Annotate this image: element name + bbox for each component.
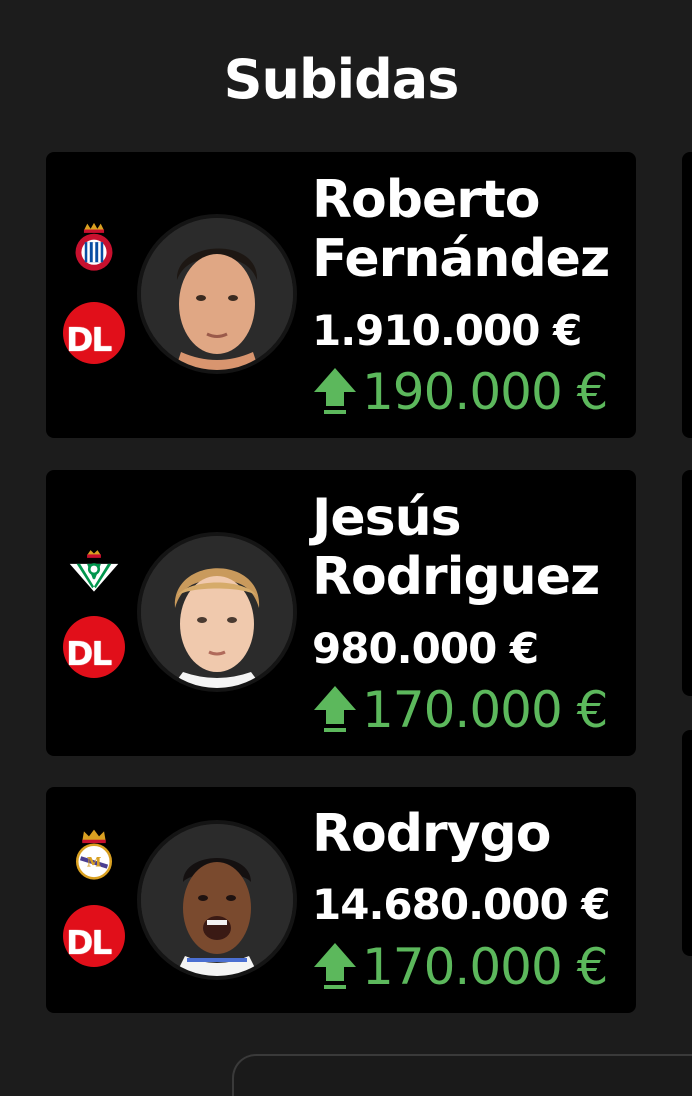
dl-badge-text: DL (66, 634, 112, 673)
espanyol-crest-icon (75, 222, 113, 271)
player-name-line1: Jesús (312, 488, 462, 548)
dl-badge-icon: DL (63, 302, 125, 364)
player-market-value: 14.680.000 € (312, 880, 611, 929)
player-avatar (137, 820, 297, 980)
player-market-value: 1.910.000 € (312, 306, 582, 355)
player-photo-icon (141, 218, 293, 370)
player-photo-icon (141, 536, 293, 688)
value-rise-amount: 190.000 € (362, 363, 608, 421)
next-column-card-peek[interactable] (682, 730, 692, 956)
player-name-line2: Rodriguez (312, 547, 600, 607)
arrow-up-icon (314, 943, 356, 989)
player-name: Rodrygo (312, 804, 551, 864)
dl-badge-icon: DL (63, 616, 125, 678)
real-madrid-crest-icon: M (75, 829, 113, 880)
next-column-card-peek[interactable] (682, 152, 692, 438)
section-title: Subidas (223, 48, 460, 111)
player-avatar (137, 214, 297, 374)
svg-text:M: M (87, 855, 102, 871)
dl-badge-icon: DL (63, 905, 125, 967)
player-market-value: 980.000 € (312, 624, 539, 673)
real-betis-crest-icon (69, 550, 119, 592)
player-photo-icon (141, 824, 293, 976)
value-rise-amount: 170.000 € (362, 938, 608, 996)
arrow-up-icon (314, 368, 356, 414)
value-rise-amount: 170.000 € (362, 681, 608, 739)
bottom-sheet-edge[interactable] (232, 1054, 692, 1096)
arrow-up-icon (314, 686, 356, 732)
next-column-card-peek[interactable] (682, 470, 692, 696)
dl-badge-text: DL (66, 923, 112, 962)
player-name-line1: Roberto (312, 170, 540, 230)
dl-badge-text: DL (66, 320, 112, 359)
player-name-line2: Fernández (312, 229, 610, 289)
player-avatar (137, 532, 297, 692)
